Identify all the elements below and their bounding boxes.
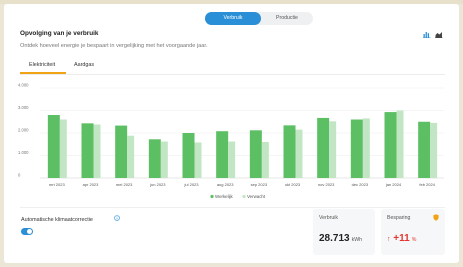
legend-label: Werkelijk — [215, 194, 234, 199]
tabs-divider — [20, 74, 445, 75]
kpi-besparing-number: +11 — [393, 233, 410, 244]
x-tick-label: okt 2023 — [285, 182, 301, 187]
bar-verwacht — [160, 141, 168, 178]
tab-elektriciteit[interactable]: Elektriciteit — [29, 62, 55, 68]
card-subtitle: Ontdek hoeveel energie je bespaart in ve… — [20, 43, 208, 49]
x-tick-label: feb 2024 — [419, 182, 435, 187]
bar-werkelijk — [182, 133, 195, 178]
section-divider — [20, 207, 445, 208]
y-tick-label: 4.000 — [18, 83, 29, 88]
bar-werkelijk — [148, 139, 161, 178]
kpi-besparing: Besparing ↑ +11% — [381, 209, 445, 255]
climate-correction-toggle[interactable] — [21, 228, 33, 235]
bar-verwacht — [329, 121, 337, 178]
bar-werkelijk — [81, 123, 94, 178]
bar-werkelijk — [47, 115, 60, 178]
area-chart-icon[interactable] — [435, 31, 443, 38]
bar-verwacht — [194, 142, 202, 178]
y-tick-label: 1.000 — [18, 150, 29, 155]
consumption-card: Verbruik Productie Opvolging van je verb… — [4, 4, 459, 263]
bar-verwacht — [228, 141, 236, 178]
up-arrow-icon: ↑ — [387, 236, 391, 243]
y-tick-label: 3.000 — [18, 105, 29, 110]
bar-chart-icon[interactable] — [423, 31, 431, 38]
consumption-chart: 4.000 3.000 2.000 1.000 0 mrt 2023 apr 2023 mei… — [18, 83, 444, 199]
x-tick-label: dec 2023 — [352, 182, 369, 187]
bar-werkelijk — [249, 130, 262, 178]
bar-verwacht — [396, 110, 404, 178]
bar-werkelijk — [317, 117, 330, 178]
y-tick-label: 2.000 — [18, 128, 29, 133]
bar-werkelijk — [418, 121, 431, 178]
x-tick-label: nov 2023 — [318, 182, 335, 187]
bar-werkelijk — [384, 112, 397, 178]
bar-verwacht — [93, 124, 101, 178]
bar-verwacht — [362, 118, 370, 178]
bar-verwacht — [430, 122, 438, 178]
bar-verwacht — [127, 135, 135, 178]
kpi-verbruik-unit: kWh — [351, 237, 362, 243]
kpi-verbruik-value: 28.713 kWh — [319, 233, 362, 244]
x-tick-label: jan 2024 — [385, 182, 402, 187]
toggle-productie[interactable]: Productie — [261, 12, 313, 25]
bar-verwacht — [261, 142, 269, 178]
x-tick-label: jul 2023 — [183, 182, 199, 187]
bar-werkelijk — [350, 119, 363, 178]
x-tick-label: sep 2023 — [251, 182, 268, 187]
x-tick-label: jun 2023 — [149, 182, 166, 187]
bar-werkelijk — [283, 125, 296, 178]
x-tick-label: apr 2023 — [83, 182, 100, 187]
legend-marker — [210, 194, 214, 199]
x-tick-label: mei 2023 — [116, 182, 133, 187]
climate-correction-label: Automatische klimaatcorrectie — [21, 217, 93, 223]
info-icon[interactable] — [114, 215, 120, 221]
kpi-besparing-label: Besparing — [387, 215, 411, 221]
bar-verwacht — [59, 119, 67, 178]
bar-werkelijk — [115, 125, 128, 178]
legend-label: Verwacht — [247, 194, 266, 199]
x-tick-label: mrt 2023 — [49, 182, 66, 187]
kpi-verbruik-label: Verbruik — [319, 215, 339, 221]
kpi-besparing-unit: % — [411, 237, 417, 243]
shield-icon — [433, 214, 439, 221]
bar-verwacht — [295, 129, 303, 178]
kpi-verbruik: Verbruik 28.713 kWh — [313, 209, 375, 255]
kpi-besparing-value: ↑ +11% — [387, 233, 416, 244]
legend-marker — [242, 194, 246, 199]
y-tick-label: 0 — [18, 173, 21, 178]
toggle-knob — [27, 229, 32, 234]
kpi-verbruik-number: 28.713 — [319, 233, 350, 244]
toggle-verbruik[interactable]: Verbruik — [205, 12, 261, 25]
card-title: Opvolging van je verbruik — [20, 30, 99, 37]
bar-werkelijk — [216, 131, 229, 178]
tab-aardgas[interactable]: Aardgas — [74, 62, 94, 68]
x-tick-label: aug 2023 — [217, 182, 234, 187]
mode-toggle: Verbruik Productie — [205, 12, 313, 25]
